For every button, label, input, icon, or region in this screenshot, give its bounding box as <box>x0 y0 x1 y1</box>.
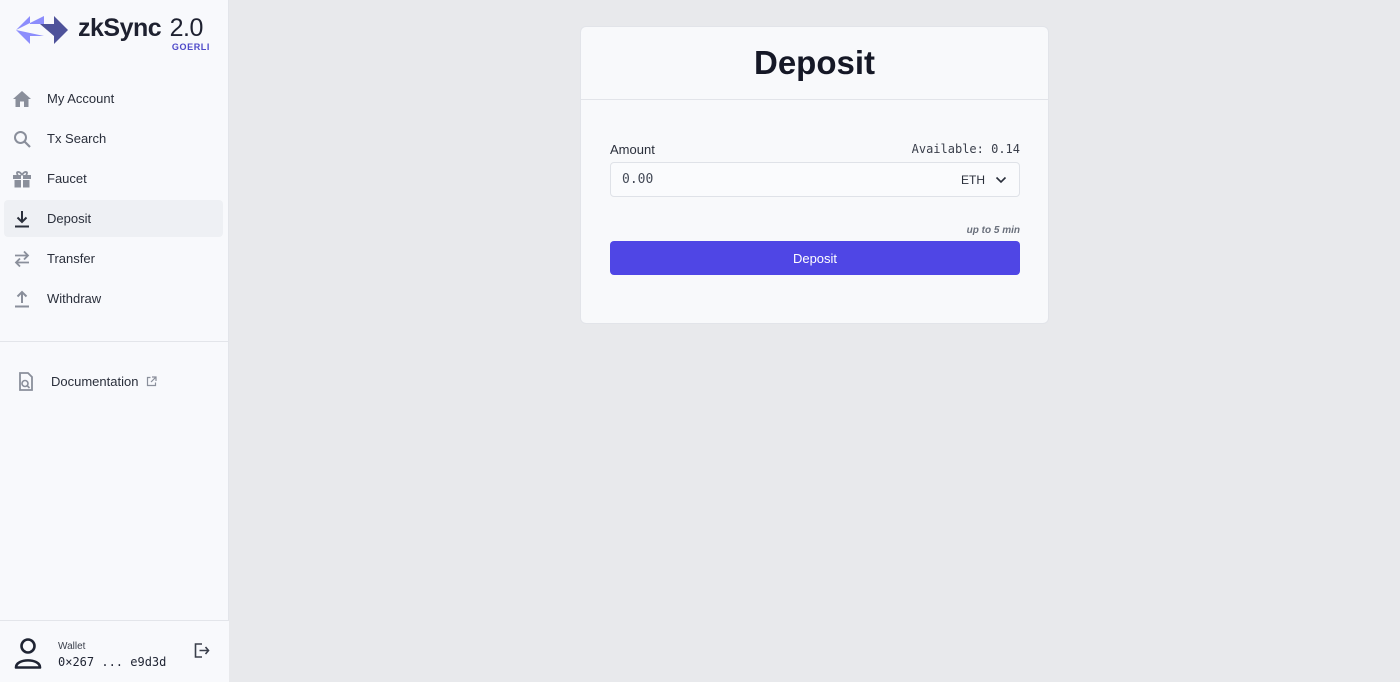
logout-button[interactable] <box>188 639 214 665</box>
sidebar-item-my-account[interactable]: My Account <box>4 80 223 117</box>
eta-label: up to 5 min <box>966 225 1020 236</box>
token-symbol: ETH <box>961 172 985 187</box>
sidebar-item-label: Withdraw <box>47 291 102 306</box>
download-icon <box>12 209 32 229</box>
sidebar-item-deposit[interactable]: Deposit <box>4 200 223 237</box>
deposit-button[interactable]: Deposit <box>610 241 1020 275</box>
available-balance[interactable]: Available: 0.14 <box>912 142 1020 157</box>
sidebar-item-faucet[interactable]: Faucet <box>4 160 223 197</box>
card-header: Deposit <box>581 27 1048 100</box>
logo[interactable]: zkSync 2.0 GOERLI <box>16 12 216 52</box>
zksync-logo-icon <box>16 16 68 44</box>
sidebar: zkSync 2.0 GOERLI My Account Tx Search F… <box>0 0 229 682</box>
amount-input[interactable] <box>611 163 961 196</box>
home-icon <box>12 89 32 109</box>
upload-icon <box>12 289 32 309</box>
sidebar-item-documentation[interactable]: Documentation <box>8 363 227 400</box>
document-search-icon <box>16 371 36 392</box>
sidebar-nav: My Account Tx Search Faucet Deposit Tran… <box>0 80 229 320</box>
search-icon <box>12 129 32 149</box>
sidebar-item-label: Transfer <box>47 251 95 266</box>
logo-text: zkSync 2.0 <box>78 14 203 43</box>
network-badge: GOERLI <box>171 42 210 52</box>
wallet-label: Wallet <box>58 641 86 652</box>
page-title: Deposit <box>753 44 875 81</box>
deposit-card: Deposit Amount Available: 0.14 ETH up to… <box>581 27 1048 323</box>
sidebar-item-label: Tx Search <box>47 131 107 146</box>
logo-name: zkSync <box>78 14 162 42</box>
amount-label: Amount <box>610 142 655 157</box>
sidebar-item-tx-search[interactable]: Tx Search <box>4 120 223 157</box>
sidebar-divider <box>0 341 229 342</box>
amount-row: Amount Available: 0.14 <box>610 142 1020 157</box>
sidebar-item-label: Faucet <box>47 171 87 186</box>
sidebar-item-label: Deposit <box>47 211 92 226</box>
wallet-panel: Wallet 0×267 ... e9d3d <box>0 620 229 682</box>
amount-field: ETH <box>610 162 1020 197</box>
sidebar-item-label: My Account <box>47 91 115 106</box>
sidebar-item-transfer[interactable]: Transfer <box>4 240 223 277</box>
gift-icon <box>12 169 32 189</box>
token-select[interactable]: ETH <box>961 171 1019 189</box>
external-link-icon <box>146 376 158 387</box>
logo-version: 2.0 <box>169 14 204 42</box>
transfer-arrows-icon <box>12 249 32 269</box>
wallet-address[interactable]: 0×267 ... e9d3d <box>58 655 166 669</box>
logout-icon <box>193 642 210 662</box>
chevron-down-icon <box>995 171 1007 189</box>
sidebar-item-label: Documentation <box>51 374 139 389</box>
sidebar-item-withdraw[interactable]: Withdraw <box>4 280 223 317</box>
user-icon <box>14 637 42 674</box>
